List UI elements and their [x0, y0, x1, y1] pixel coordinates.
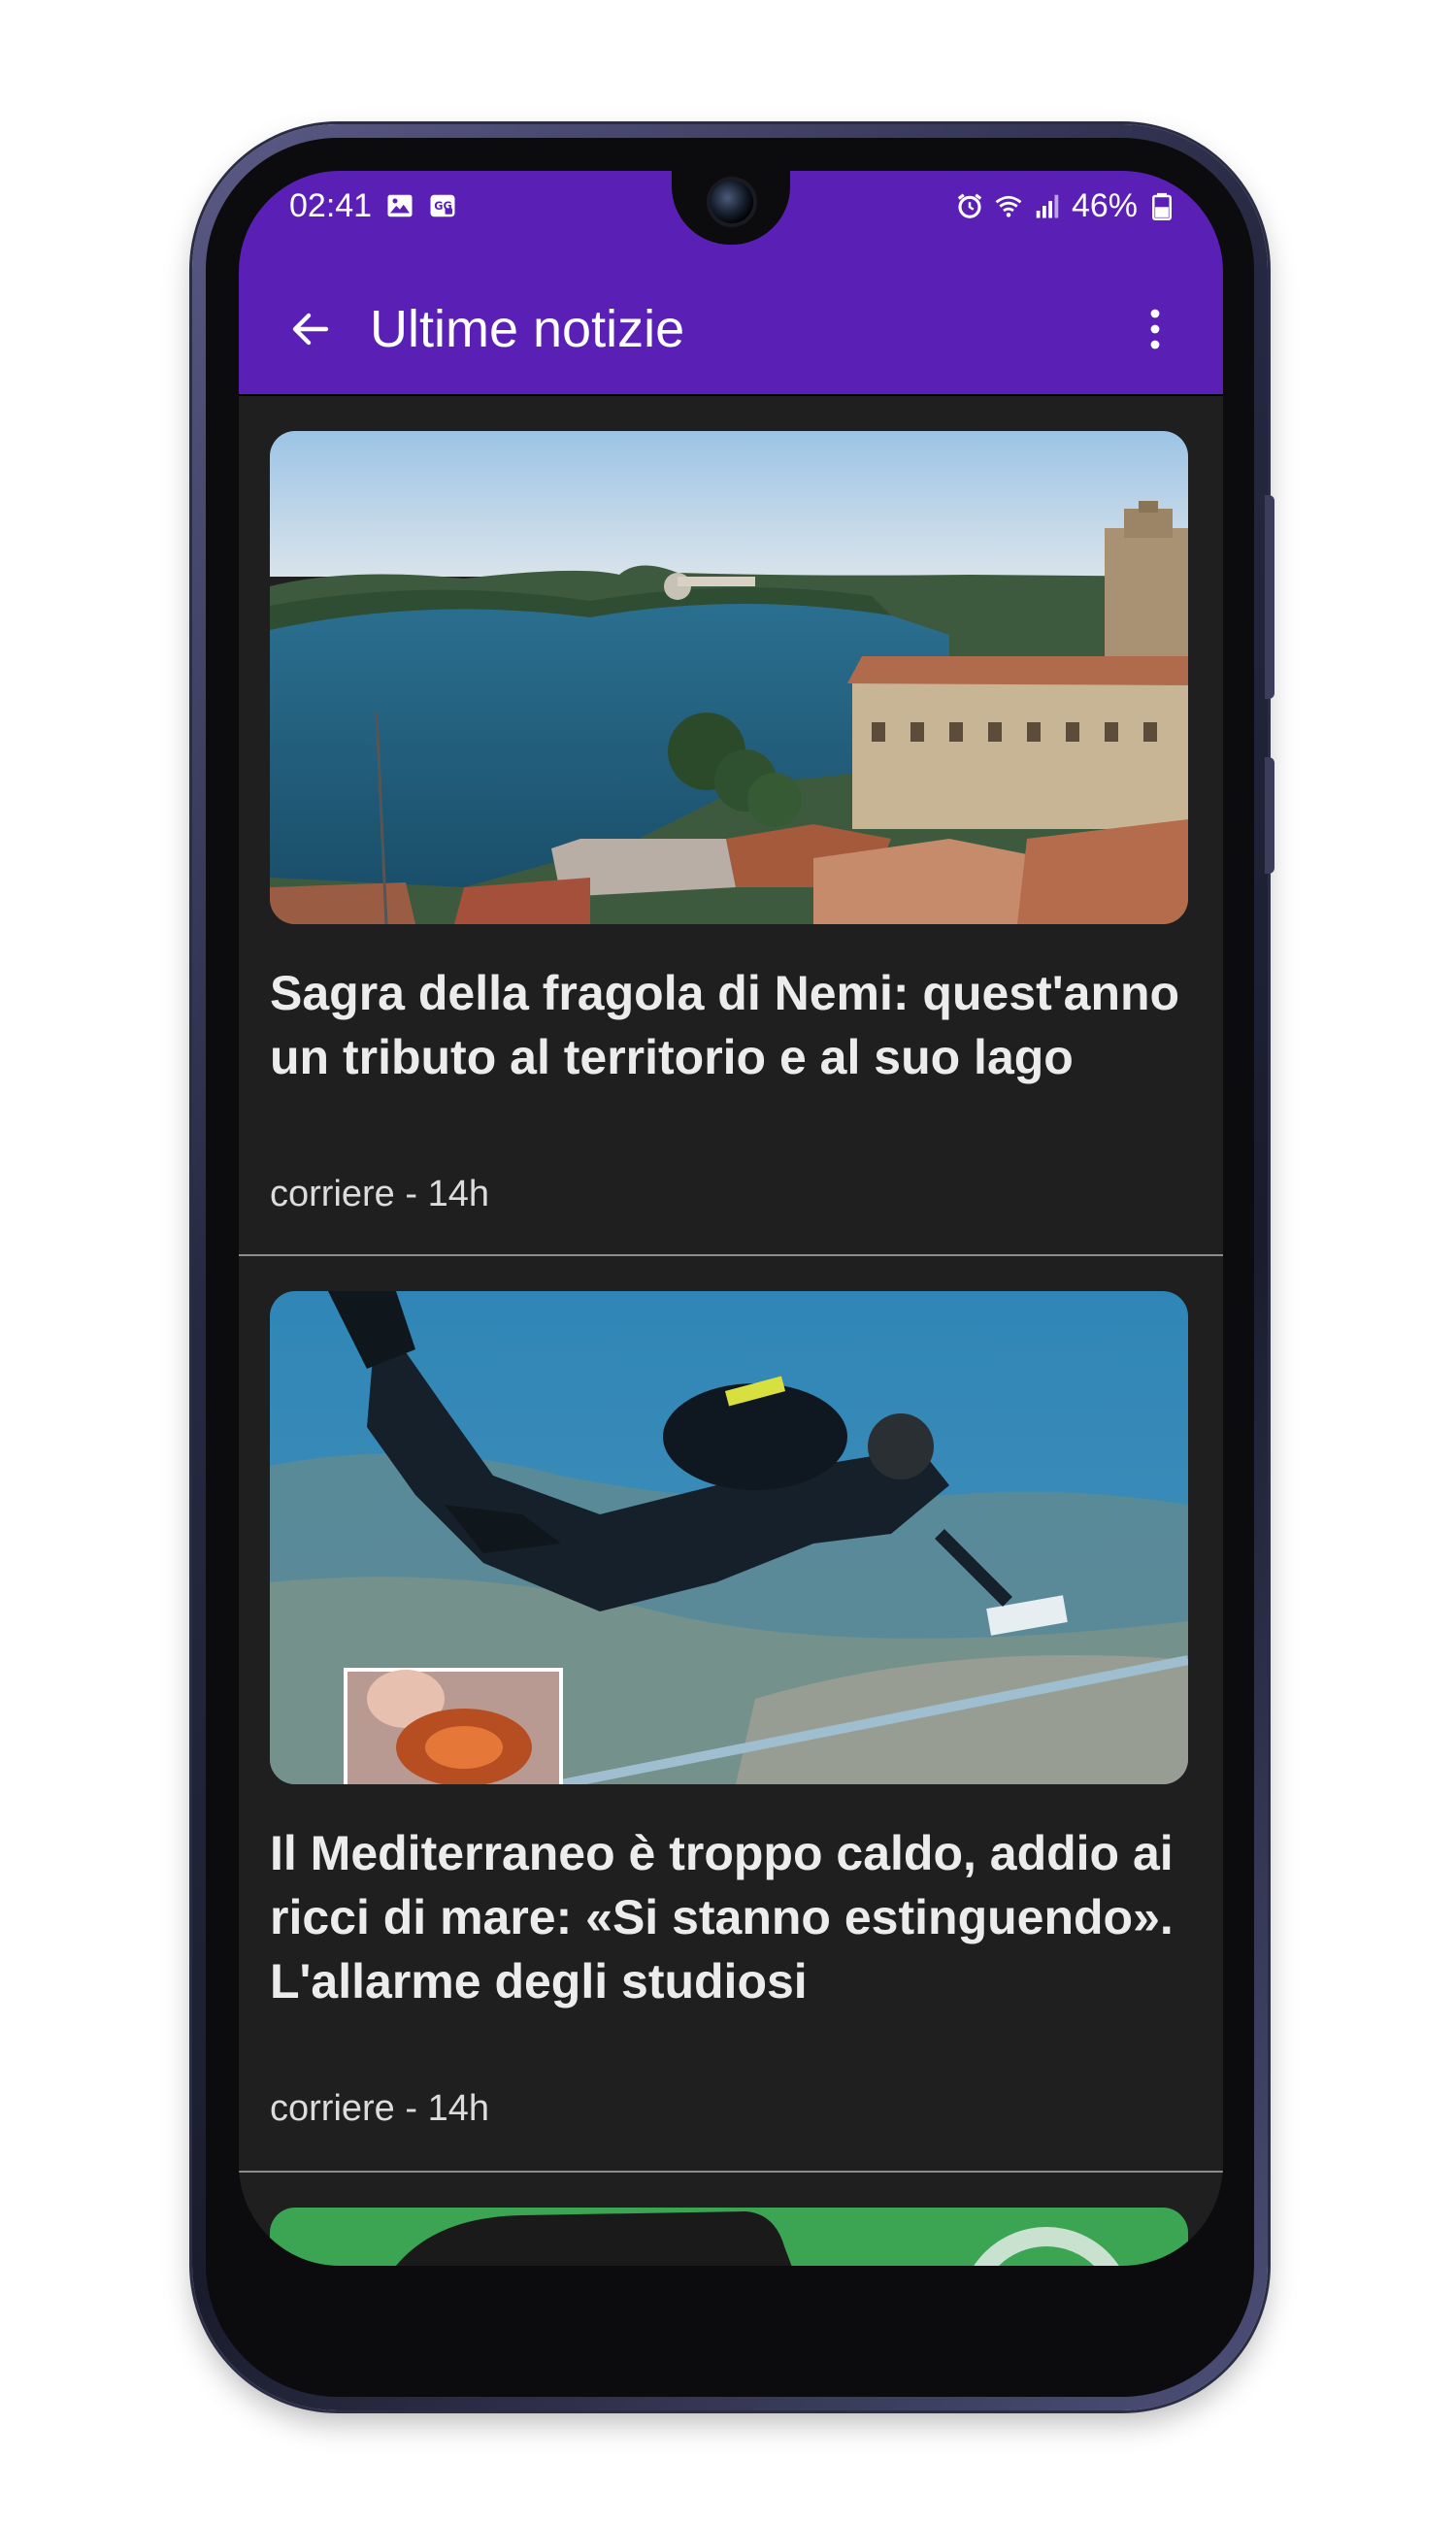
lake-nemi-photo: [270, 431, 1188, 924]
green-phone-photo: [270, 2208, 1188, 2266]
news-card[interactable]: Sagra della fragola di Nemi: quest'anno …: [239, 396, 1223, 1254]
more-vert-icon: [1149, 306, 1161, 352]
status-time: 02:41: [289, 186, 373, 224]
page-title: Ultime notizie: [370, 300, 685, 358]
cast-icon: GG: [428, 191, 457, 220]
article-headline: Il Mediterraneo è troppo caldo, addio ai…: [270, 1826, 1174, 2009]
app-bar: Ultime notizie: [239, 263, 1223, 394]
stage: 02:41 GG 46% Ultime notizie Sagra della …: [0, 0, 1456, 2524]
article-meta: corriere - 14h: [270, 1174, 489, 1214]
article-meta: corriere - 14h: [270, 2088, 489, 2129]
alarm-icon: [955, 191, 984, 220]
phone-screen: 02:41 GG 46% Ultime notizie Sagra della …: [239, 171, 1223, 2266]
status-bar-left: 02:41 GG: [289, 184, 457, 227]
image-icon: [385, 191, 414, 220]
scuba-diver-photo: [270, 1291, 1188, 1784]
back-button[interactable]: [274, 292, 347, 366]
signal-icon: [1033, 191, 1062, 220]
battery-percent: 46%: [1071, 186, 1138, 224]
battery-icon: [1147, 191, 1176, 220]
front-camera: [711, 181, 753, 223]
power-button: [1265, 495, 1274, 699]
back-arrow-icon: [287, 306, 334, 352]
volume-button: [1265, 757, 1274, 874]
wifi-icon: [994, 191, 1023, 220]
article-headline: Sagra della fragola di Nemi: quest'anno …: [270, 966, 1180, 1084]
news-card[interactable]: Il Mediterraneo è troppo caldo, addio ai…: [239, 1256, 1223, 2173]
news-card[interactable]: [239, 2173, 1223, 2266]
status-bar-right: 46%: [955, 184, 1176, 227]
news-list: Sagra della fragola di Nemi: quest'anno …: [239, 396, 1223, 2266]
overflow-menu-button[interactable]: [1126, 292, 1184, 366]
